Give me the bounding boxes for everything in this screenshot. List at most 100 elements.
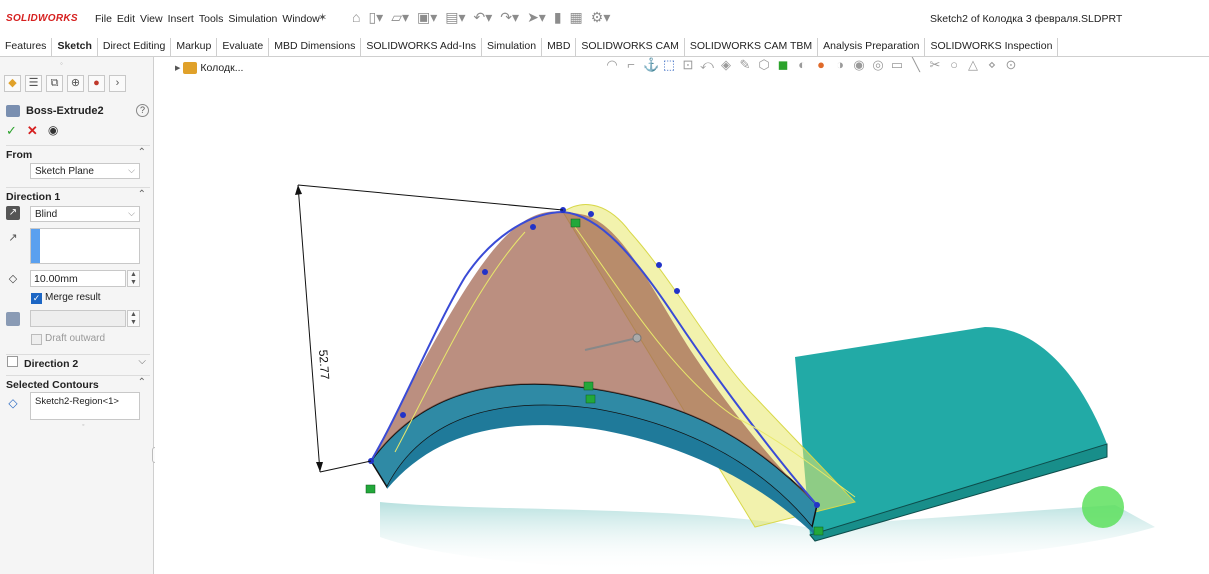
draft-outward-checkbox[interactable] bbox=[31, 334, 42, 345]
zoom-to-fit-icon[interactable]: ⬚ bbox=[662, 57, 676, 73]
cancel-x-icon[interactable]: ✕ bbox=[27, 123, 38, 139]
tab-analysis-preparation[interactable]: Analysis Preparation bbox=[818, 38, 926, 56]
depth-spinner[interactable]: ▲ ▼ bbox=[127, 270, 140, 287]
spline-point[interactable] bbox=[482, 269, 488, 275]
group-direction2-header[interactable]: Direction 2 ⌵ bbox=[6, 354, 150, 370]
rebuild-icon[interactable]: ▮ bbox=[554, 9, 562, 26]
merge-result-checkbox[interactable]: ✓ bbox=[31, 293, 42, 304]
collapse-chevron-icon[interactable]: ⌃ bbox=[138, 377, 146, 388]
triad-selection-circle[interactable] bbox=[1082, 486, 1124, 528]
zoom-area-icon[interactable]: ⊡ bbox=[681, 57, 695, 73]
menu-insert[interactable]: Insert bbox=[168, 13, 194, 25]
line-icon[interactable]: ╲ bbox=[909, 57, 923, 73]
panel-drag-handle[interactable]: ◦ bbox=[60, 59, 63, 68]
display-style-icon[interactable]: ◼ bbox=[776, 57, 790, 73]
selected-contours-list[interactable]: Sketch2-Region<1> bbox=[30, 392, 140, 420]
detailed-preview-eye-icon[interactable]: ◉ bbox=[48, 123, 58, 139]
menu-simulation[interactable]: Simulation bbox=[228, 13, 277, 25]
solidworks-logo[interactable]: SOLIDWORKS bbox=[6, 13, 78, 24]
save-icon[interactable]: ▣▾ bbox=[417, 9, 437, 26]
expand-chevron-icon[interactable]: ⌵ bbox=[138, 356, 146, 367]
feature-manager-tree-icon[interactable]: ◆ bbox=[4, 75, 21, 92]
list-resize-grip[interactable]: ◦ bbox=[82, 422, 84, 429]
home-icon[interactable]: ⌂ bbox=[352, 9, 360, 26]
menu-file[interactable]: File bbox=[95, 13, 112, 25]
view-settings-icon[interactable]: ◉ bbox=[852, 57, 866, 73]
relation-marker[interactable] bbox=[570, 218, 581, 228]
relation-marker[interactable] bbox=[813, 526, 824, 536]
options-gear-icon[interactable]: ⚙▾ bbox=[591, 9, 611, 26]
expand-arrow-icon[interactable]: ▶ bbox=[175, 64, 180, 72]
dimxpert-manager-icon[interactable]: ⊕ bbox=[67, 75, 84, 92]
tab-markup[interactable]: Markup bbox=[171, 38, 218, 56]
edit-appearance-icon[interactable]: ● bbox=[814, 57, 828, 73]
spline-point[interactable] bbox=[656, 262, 662, 268]
print-icon[interactable]: ▤▾ bbox=[445, 9, 465, 26]
relation-icon[interactable]: ⊙ bbox=[1004, 57, 1018, 73]
point-icon[interactable]: ⋄ bbox=[985, 57, 999, 73]
tab-features[interactable]: Features bbox=[0, 38, 53, 56]
menu-edit[interactable]: Edit bbox=[117, 13, 135, 25]
reverse-direction-icon[interactable]: ↗ bbox=[6, 206, 20, 220]
collapse-chevron-icon[interactable]: ⌃ bbox=[138, 189, 146, 200]
previous-view-icon[interactable]: ⤺ bbox=[700, 57, 714, 73]
file-properties-icon[interactable]: ▦ bbox=[570, 9, 583, 26]
menu-view[interactable]: View bbox=[140, 13, 163, 25]
draft-angle-input[interactable] bbox=[30, 310, 126, 327]
relation-marker[interactable] bbox=[583, 381, 594, 391]
group-direction1-header[interactable]: Direction 1 ⌃ bbox=[6, 187, 150, 203]
configuration-manager-icon[interactable]: ⧉ bbox=[46, 75, 63, 92]
tab-solidworks-inspection[interactable]: SOLIDWORKS Inspection bbox=[925, 38, 1059, 56]
new-document-icon[interactable]: ▯▾ bbox=[368, 9, 383, 26]
spline-point[interactable] bbox=[588, 211, 594, 217]
tab-sketch[interactable]: Sketch bbox=[52, 38, 98, 56]
group-selected-contours-header[interactable]: Selected Contours ⌃ bbox=[6, 375, 150, 391]
trim-icon[interactable]: ✂ bbox=[928, 57, 942, 73]
select-icon[interactable]: ➤▾ bbox=[527, 9, 546, 26]
tab-solidworks-add-ins[interactable]: SOLIDWORKS Add-Ins bbox=[361, 38, 483, 56]
tab-evaluate[interactable]: Evaluate bbox=[217, 38, 270, 56]
group-from-header[interactable]: From ⌃ bbox=[6, 145, 150, 161]
property-manager-icon[interactable]: ☰ bbox=[25, 75, 42, 92]
menu-tools[interactable]: Tools bbox=[199, 13, 224, 25]
dimension-value[interactable]: 52.77 bbox=[316, 349, 332, 380]
relation-marker[interactable] bbox=[585, 394, 596, 404]
tab-mbd[interactable]: MBD bbox=[542, 38, 577, 56]
hide-show-icon[interactable]: ◐ bbox=[795, 57, 809, 73]
open-folder-icon[interactable]: ▱▾ bbox=[391, 9, 409, 26]
display-manager-icon[interactable]: ● bbox=[88, 75, 105, 92]
draft-on-off-icon[interactable] bbox=[6, 312, 20, 326]
feature-tree-flyout[interactable]: ▶ Колодк... bbox=[175, 62, 243, 74]
ok-check-icon[interactable]: ✓ bbox=[6, 123, 17, 139]
from-select[interactable]: Sketch Plane ⌵ bbox=[30, 163, 140, 179]
corner-icon[interactable]: ⌐ bbox=[624, 57, 638, 73]
undo-icon[interactable]: ↶▾ bbox=[474, 9, 493, 26]
tab-simulation[interactable]: Simulation bbox=[482, 38, 543, 56]
spline-point[interactable] bbox=[400, 412, 406, 418]
selected-contour-item[interactable]: Sketch2-Region<1> bbox=[35, 396, 119, 407]
draft-angle-spinner[interactable]: ▲ ▼ bbox=[127, 310, 140, 327]
collapse-chevron-icon[interactable]: ⌃ bbox=[138, 147, 146, 158]
direction-reference-field[interactable] bbox=[30, 228, 140, 264]
expand-tabs-icon[interactable]: › bbox=[109, 75, 126, 92]
menu-window[interactable]: Window bbox=[282, 13, 319, 25]
tab-solidworks-cam-tbm[interactable]: SOLIDWORKS CAM TBM bbox=[685, 38, 819, 56]
spline-point[interactable] bbox=[814, 502, 820, 508]
help-icon[interactable]: ? bbox=[136, 104, 149, 117]
pin-menu-icon[interactable]: ✶ bbox=[318, 11, 327, 24]
spline-point[interactable] bbox=[530, 224, 536, 230]
spline-point[interactable] bbox=[674, 288, 680, 294]
dynamic-annotation-icon[interactable]: ✎ bbox=[738, 57, 752, 73]
3d-scene[interactable]: 52.77 bbox=[155, 57, 1209, 574]
monitor-icon[interactable]: ▭ bbox=[890, 57, 904, 73]
graphics-area[interactable]: 52.77 ▶ Колодк... ◠ ⌐ ⚓ ⬚ ⊡ ⤺ ◈ ✎ ⬡ ◼ ◐ … bbox=[155, 57, 1209, 574]
tab-direct-editing[interactable]: Direct Editing bbox=[98, 38, 172, 56]
view-orientation-icon[interactable]: ⬡ bbox=[757, 57, 771, 73]
triangle-icon[interactable]: △ bbox=[966, 57, 980, 73]
tab-mbd-dimensions[interactable]: MBD Dimensions bbox=[269, 38, 362, 56]
direction2-checkbox[interactable] bbox=[7, 356, 18, 367]
tab-solidworks-cam[interactable]: SOLIDWORKS CAM bbox=[576, 38, 685, 56]
depth-input[interactable]: 10.00mm bbox=[30, 270, 126, 287]
section-view-icon[interactable]: ◈ bbox=[719, 57, 733, 73]
realview-icon[interactable]: ◎ bbox=[871, 57, 885, 73]
